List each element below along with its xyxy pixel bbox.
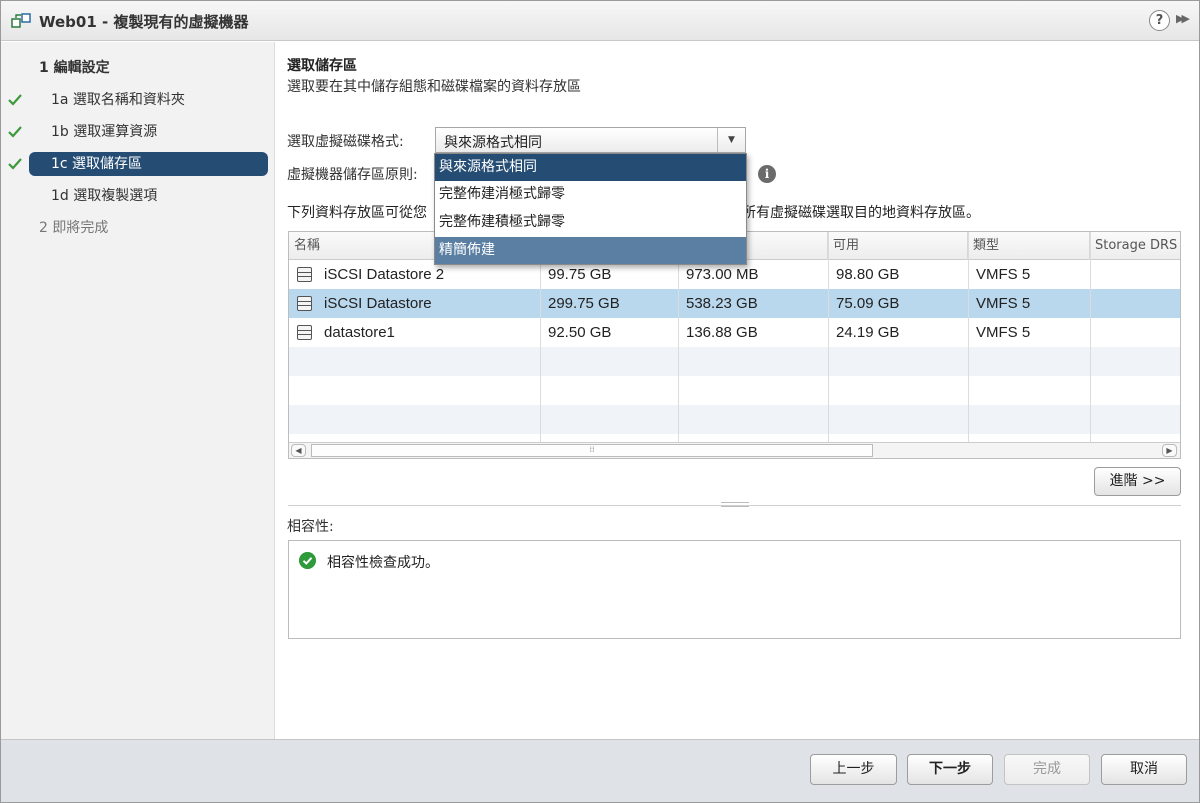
step-label: 1a 選取名稱和資料夾	[51, 92, 185, 108]
scrollbar-thumb[interactable]: ⁞⁞	[311, 444, 873, 457]
vm-clone-icon	[11, 13, 31, 28]
next-button[interactable]: 下一步	[907, 754, 993, 785]
chevron-down-icon[interactable]: ▼	[717, 128, 745, 152]
column-header-free[interactable]: 可用	[828, 232, 968, 260]
scroll-right-icon[interactable]: ▶	[1162, 444, 1177, 457]
cell-name: iSCSI Datastore	[324, 295, 432, 312]
clone-vm-wizard: Web01 - 複製現有的虛擬機器 ? ▶▶ 1 編輯設定 1a 選取名稱和資料…	[0, 0, 1200, 803]
wizard-steps: 1 編輯設定 1a 選取名稱和資料夾 1b 選取運算資源 1c 選取儲存區 1d…	[1, 42, 275, 739]
empty-row	[289, 376, 1180, 405]
cell-type: VMFS 5	[976, 295, 1031, 312]
cell-capacity: 299.75 GB	[548, 295, 620, 312]
compatibility-label: 相容性:	[287, 519, 334, 535]
window-title: Web01 - 複製現有的虛擬機器	[39, 13, 249, 31]
column-header-type[interactable]: 類型	[968, 232, 1090, 260]
wizard-footer: 上一步 下一步 完成 取消	[1, 739, 1199, 802]
step-select-compute-resource[interactable]: 1b 選取運算資源	[7, 120, 267, 144]
cell-free: 24.19 GB	[836, 324, 900, 341]
description-right: 和所有虛擬磁碟選取目的地資料存放區。	[728, 205, 980, 221]
step-label: 1 編輯設定	[39, 60, 110, 76]
cell-capacity: 92.50 GB	[548, 324, 612, 341]
column-divider	[968, 232, 969, 442]
table-row[interactable]: datastore1 92.50 GB 136.88 GB 24.19 GB V…	[289, 318, 1180, 347]
column-divider	[1090, 232, 1091, 442]
cell-name: datastore1	[324, 324, 395, 341]
title-bar: Web01 - 複製現有的虛擬機器 ? ▶▶	[1, 1, 1199, 41]
page-title: 選取儲存區	[287, 58, 357, 74]
advanced-button[interactable]: 進階 >>	[1094, 467, 1181, 496]
datastore-icon	[297, 296, 312, 311]
empty-row	[289, 347, 1180, 376]
dropdown-option-thick-eager-zeroed[interactable]: 完整佈建積極式歸零	[435, 209, 746, 236]
column-divider	[828, 232, 829, 442]
empty-row	[289, 405, 1180, 434]
disk-format-value: 與來源格式相同	[444, 135, 542, 151]
column-header-storage-drs[interactable]: Storage DRS	[1090, 232, 1180, 260]
cell-name: iSCSI Datastore 2	[324, 266, 445, 283]
step-select-clone-options[interactable]: 1d 選取複製選項	[7, 184, 267, 208]
cell-type: VMFS 5	[976, 324, 1031, 341]
help-icon[interactable]: ?	[1149, 10, 1170, 31]
dropdown-option-thick-lazy-zeroed[interactable]: 完整佈建消極式歸零	[435, 181, 746, 208]
success-check-icon	[299, 552, 316, 569]
step-label: 1d 選取複製選項	[51, 188, 158, 204]
check-icon	[8, 94, 22, 106]
main-panel: 選取儲存區 選取要在其中儲存組態和磁碟檔案的資料存放區 選取虛擬磁碟格式: 與來…	[276, 42, 1199, 739]
finish-button[interactable]: 完成	[1004, 754, 1090, 785]
cancel-button[interactable]: 取消	[1101, 754, 1187, 785]
page-subtitle: 選取要在其中儲存組態和磁碟檔案的資料存放區	[287, 79, 581, 95]
disk-format-label: 選取虛擬磁碟格式:	[287, 134, 404, 150]
cell-free: 98.80 GB	[836, 266, 900, 283]
scroll-left-icon[interactable]: ◀	[291, 444, 306, 457]
step-edit-settings: 1 編輯設定	[39, 56, 259, 80]
description-left: 下列資料存放區可從您	[287, 205, 427, 221]
datastore-icon	[297, 267, 312, 282]
table-row[interactable]: iSCSI Datastore 299.75 GB 538.23 GB 75.0…	[289, 289, 1180, 318]
dropdown-option-same-as-source[interactable]: 與來源格式相同	[435, 154, 746, 181]
check-icon	[8, 158, 22, 170]
cell-type: VMFS 5	[976, 266, 1031, 283]
datastore-description: 下列資料存放區可從您 和所有虛擬磁碟選取目的地資料存放區。	[287, 202, 980, 222]
step-select-name-folder[interactable]: 1a 選取名稱和資料夾	[7, 88, 267, 112]
step-ready-to-complete: 2 即將完成	[39, 216, 259, 240]
cell-provisioned: 136.88 GB	[686, 324, 758, 341]
datastore-table: 名稱 容量 已佈建 可用 類型 Storage DRS iSCSI Datast…	[288, 231, 1181, 459]
dropdown-option-thin-provision[interactable]: 精簡佈建	[435, 237, 746, 264]
info-icon[interactable]: i	[758, 165, 776, 183]
check-icon	[8, 126, 22, 138]
datastore-icon	[297, 325, 312, 340]
step-label: 1b 選取運算資源	[51, 124, 158, 140]
step-select-storage[interactable]: 1c 選取儲存區	[29, 152, 268, 176]
compatibility-panel: 相容性檢查成功。	[288, 540, 1181, 639]
step-label: 2 即將完成	[39, 220, 109, 236]
disk-format-dropdown: 與來源格式相同 完整佈建消極式歸零 完整佈建積極式歸零 精簡佈建	[434, 153, 747, 265]
expand-icon[interactable]: ▶▶	[1176, 12, 1190, 25]
horizontal-scrollbar[interactable]: ◀ ⁞⁞ ▶	[289, 442, 1180, 458]
disk-format-select[interactable]: 與來源格式相同 ▼	[435, 127, 746, 153]
storage-policy-label: 虛擬機器儲存區原則:	[287, 167, 418, 183]
splitter-grip[interactable]	[721, 502, 749, 507]
cell-free: 75.09 GB	[836, 295, 900, 312]
cell-provisioned: 538.23 GB	[686, 295, 758, 312]
step-label: 1c 選取儲存區	[51, 156, 143, 172]
back-button[interactable]: 上一步	[810, 754, 897, 785]
compatibility-message: 相容性檢查成功。	[327, 555, 439, 571]
